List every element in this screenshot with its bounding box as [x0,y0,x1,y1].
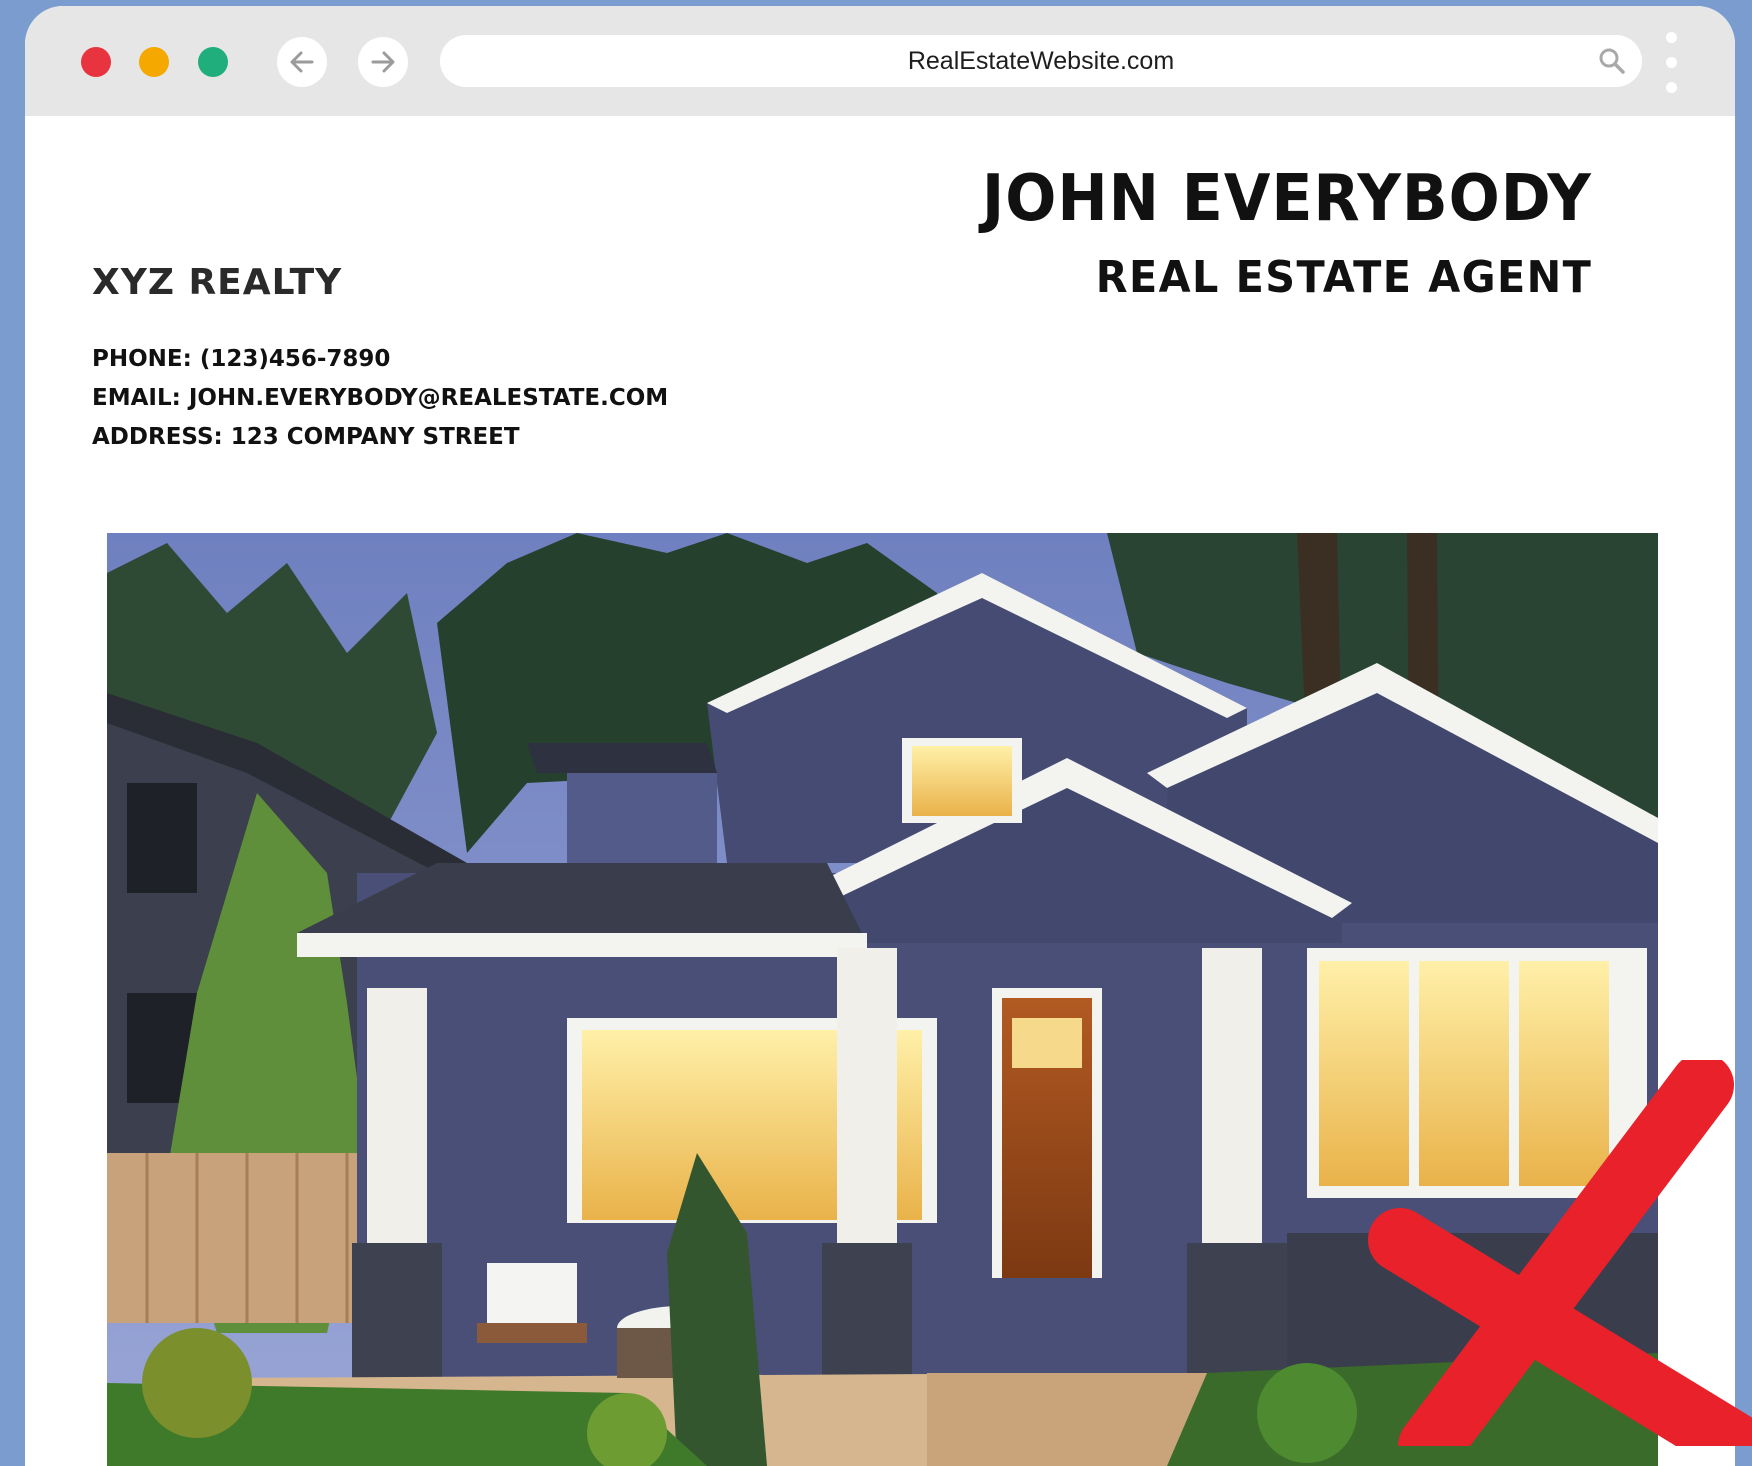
url-text[interactable]: RealEstateWebsite.com [440,35,1642,87]
contact-info: PHONE: (123)456-7890 EMAIL: JOHN.EVERYBO… [92,340,668,457]
agent-name: JOHN EVERYBODY [982,162,1592,236]
company-name: XYZ REALTY [92,262,343,303]
back-button[interactable] [277,37,327,87]
arrow-left-icon [290,51,314,73]
browser-toolbar: RealEstateWebsite.com [25,6,1735,116]
search-icon[interactable] [1598,47,1626,75]
close-window-button[interactable] [81,47,111,77]
phone-text: PHONE: (123)456-7890 [92,346,391,372]
minimize-window-button[interactable] [139,47,169,77]
forward-button[interactable] [358,37,408,87]
kebab-menu-icon[interactable] [1666,32,1678,94]
address-text: ADDRESS: 123 COMPANY STREET [92,424,520,450]
agent-title: REAL ESTATE AGENT [1095,252,1592,303]
arrow-right-icon [371,51,395,73]
email-text: EMAIL: JOHN.EVERYBODY@REALESTATE.COM [92,385,669,411]
maximize-window-button[interactable] [198,47,228,77]
address-bar[interactable]: RealEstateWebsite.com [440,35,1642,87]
x-mark-icon [1368,1060,1752,1446]
